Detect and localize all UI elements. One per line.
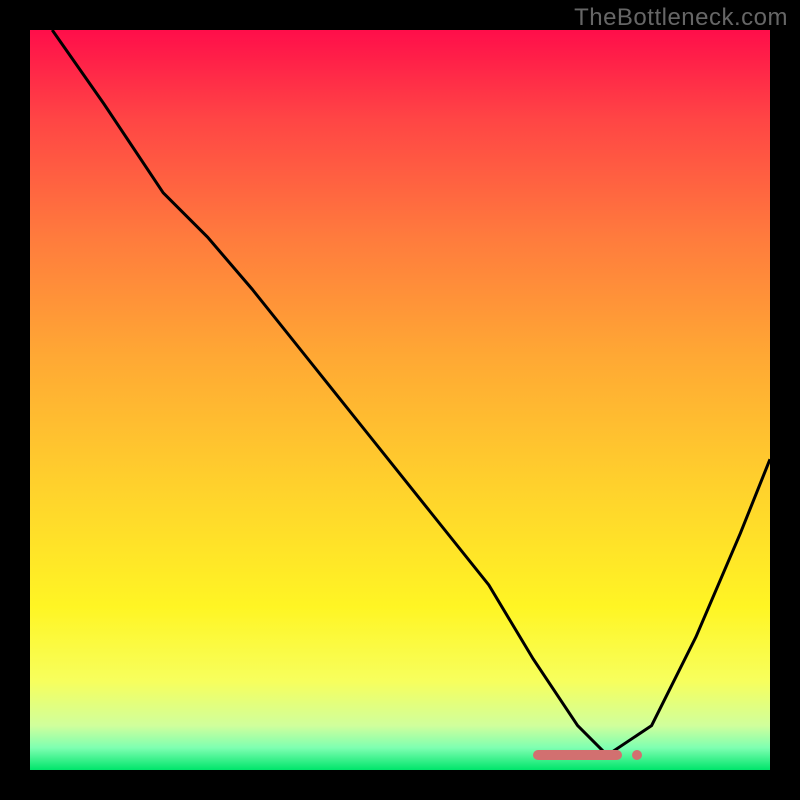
optimal-range-marker [533,750,622,760]
chart-background-gradient [30,30,770,770]
attribution-text: TheBottleneck.com [574,4,788,32]
